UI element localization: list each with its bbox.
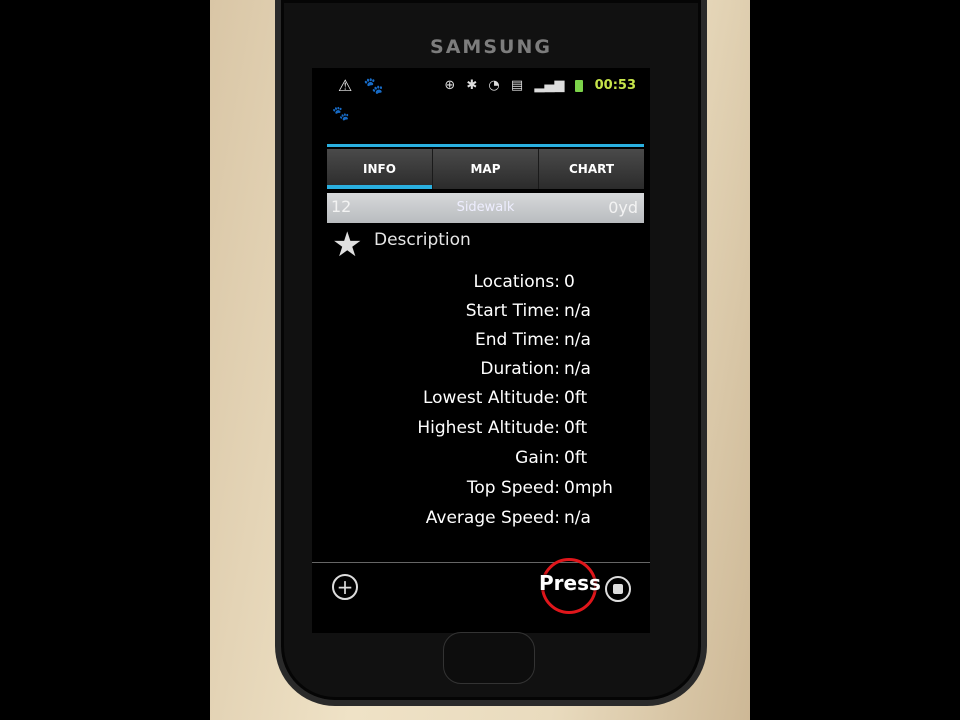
press-annotation: Press	[539, 571, 601, 595]
add-button[interactable]: +	[332, 574, 358, 600]
tab-info[interactable]: INFO	[327, 149, 433, 189]
stat-highest-altitude: Highest Altitude: 0ft	[417, 418, 588, 438]
stat-average-speed: Average Speed: n/a	[425, 508, 591, 528]
track-type: Sidewalk	[456, 200, 515, 215]
stat-top-speed: Top Speed: 0mph	[466, 478, 613, 498]
stat-start-time: Start Time: n/a	[465, 301, 591, 321]
notification-icons: ⚠ 🐾	[338, 76, 389, 95]
home-button[interactable]	[443, 632, 535, 684]
plus-icon: +	[336, 575, 354, 599]
tab-bar: INFO MAP CHART	[327, 149, 644, 189]
stat-end-time: End Time: n/a	[474, 330, 591, 350]
track-row[interactable]: 12 Sidewalk 0yd	[327, 193, 644, 223]
stop-record-button[interactable]	[605, 576, 631, 602]
stat-gain: Gain: 0ft	[515, 448, 588, 468]
bottom-divider	[312, 562, 650, 563]
paw-icon: 🐾	[363, 76, 384, 95]
phone-screen: ⚠ 🐾 ⊕ ✱ ◔ ▤ ▂▄▆ 00:53 🐾 INFO MAP CHART 1…	[312, 68, 650, 633]
clock: 00:53	[594, 78, 636, 93]
app-paw-logo-icon: 🐾	[332, 106, 350, 122]
track-distance: 0yd	[608, 198, 638, 217]
gps-icon: ⊕	[444, 78, 456, 93]
warning-icon: ⚠	[338, 76, 353, 95]
sim-icon: ▤	[510, 78, 524, 93]
bluetooth-icon: ✱	[466, 78, 478, 93]
brand-logo: SAMSUNG	[430, 36, 552, 58]
wifi-icon: ◔	[488, 78, 500, 93]
signal-icon: ▂▄▆	[534, 78, 565, 93]
status-bar: ⚠ 🐾 ⊕ ✱ ◔ ▤ ▂▄▆ 00:53	[312, 68, 650, 108]
stat-duration: Duration: n/a	[480, 359, 591, 379]
tab-map[interactable]: MAP	[433, 149, 539, 189]
stat-lowest-altitude: Lowest Altitude: 0ft	[422, 388, 588, 408]
description-title: Description	[374, 230, 471, 250]
battery-icon	[575, 79, 584, 92]
system-icons: ⊕ ✱ ◔ ▤ ▂▄▆ 00:53	[437, 78, 636, 93]
tab-chart[interactable]: CHART	[539, 149, 644, 189]
stat-locations: Locations: 0	[473, 272, 575, 292]
star-icon[interactable]: ★	[332, 228, 362, 262]
accent-divider	[327, 144, 644, 147]
